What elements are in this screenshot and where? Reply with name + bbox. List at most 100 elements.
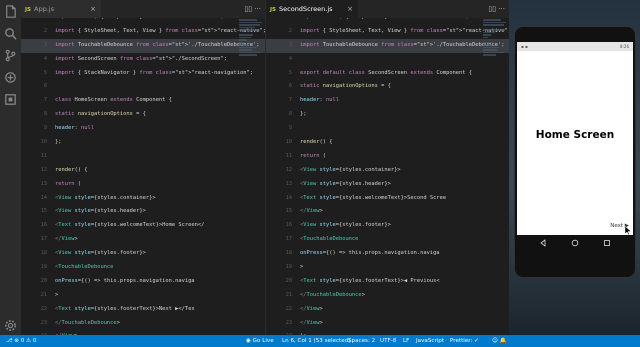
extensions-icon[interactable] [3,92,18,107]
code-line[interactable]: 14 <Text style={styles.welcomeText}>Seco… [266,192,509,206]
feedback-icon[interactable]: ☺ 🔔 [492,335,507,347]
code-line[interactable]: 7 class HomeScreen extends Component { [21,94,265,108]
language-mode[interactable]: JavaScript [416,335,444,347]
tab-app-js[interactable]: JS App.js × [21,0,101,18]
settings-gear-icon[interactable] [3,318,18,333]
line-number: 16 [40,222,47,229]
code-line[interactable]: 16 <Text style={styles.welcomeText}>Home… [21,219,265,233]
code-text: render() { [300,139,333,146]
code-line[interactable]: 21 </TouchableDebounce> [266,289,509,303]
line-number: 23 [40,319,47,326]
minimap-right[interactable] [483,18,509,80]
code-line[interactable]: 20 <Text style={styles.footerText}>◀ Pre… [266,275,509,289]
code-line[interactable]: 23 </TouchableDebounce> [21,317,265,331]
code-text: class HomeScreen extends Component { [55,97,172,104]
line-number: 19 [285,264,292,271]
code-text: }; [300,111,307,118]
code-line[interactable]: 7 header: null [266,94,509,108]
code-line[interactable]: 12 <View style={styles.container}> [266,164,509,178]
search-icon[interactable] [3,26,18,41]
code-line[interactable]: 5 export default class SecondScreen exten… [266,67,509,81]
recents-icon[interactable] [603,239,611,247]
code-line[interactable]: 10 }; [21,136,265,150]
code-text: <TouchableDebounce [300,236,359,243]
code-line[interactable]: 15 <View style={styles.header}> [21,205,265,219]
git-branch-icon[interactable]: ⎇ ⊗ 0 ⚠ 0 [6,335,36,347]
cursor-position[interactable]: Ln 6, Col 1 (53 selected) [282,335,350,347]
code-line[interactable]: 5 import { StackNavigator } from class="s… [21,67,265,81]
prettier-status[interactable]: Prettier: ✓ [450,335,479,347]
code-line[interactable]: 9 header: null [21,122,265,136]
code-line[interactable]: 10 render() { [266,136,509,150]
line-number: 16 [285,222,292,229]
line-number: 10 [285,139,292,146]
line-number: 14 [285,194,292,201]
go-live-button[interactable]: ◉ Go Live [246,335,274,347]
code-line[interactable]: 3 import TouchableDebounce from class="st… [266,38,509,53]
line-number: 20 [40,277,47,284]
source-control-icon[interactable] [3,48,18,63]
code-text: <View style={styles.container}> [300,166,401,173]
back-icon[interactable] [539,239,547,247]
home-icon[interactable] [571,239,579,247]
code-line[interactable]: 2 import { StyleSheet, Text, View } from … [266,25,509,39]
code-line[interactable]: 4 [266,53,509,67]
code-text: return ( [300,152,326,159]
code-line[interactable]: 17 <TouchableDebounce [266,233,509,247]
code-line[interactable]: 22 <Text style={styles.footerText}>Next … [21,303,265,317]
code-text: export default class SecondScreen extend… [300,69,473,76]
code-line[interactable]: 13 return ( [21,178,265,192]
close-icon[interactable]: × [347,0,353,18]
minimap-left[interactable] [239,18,265,80]
code-line[interactable]: 6 [21,80,265,94]
code-line[interactable]: 21 > [21,289,265,303]
eol-setting[interactable]: LF [403,335,409,347]
code-line[interactable]: 2 import { StyleSheet, Text, View } from … [21,25,265,39]
code-text: <Text style={styles.welcomeText}>Second … [300,194,447,201]
code-area-left[interactable]: 1import React, { Component } from class=… [21,11,265,335]
code-line[interactable]: 19 <TouchableDebounce [21,261,265,275]
indentation-setting[interactable]: Spaces: 2 [348,335,375,347]
code-line[interactable]: 3 import TouchableDebounce from class="st… [21,38,265,53]
line-number: 9 [288,125,292,132]
code-text: render() { [55,166,88,173]
code-text: import SecondScreen from class="st">"./S… [55,55,228,62]
line-number: 9 [43,125,47,132]
code-line[interactable]: 14 <View style={styles.container}> [21,192,265,206]
code-line[interactable]: 18 onPress={() => this.props.navigation.… [266,247,509,261]
split-editor-icon[interactable]: ▯▯ ··· [488,0,505,18]
code-line[interactable]: 20 onPress={() => this.props.navigation.… [21,275,265,289]
code-line[interactable]: 12 render() { [21,164,265,178]
status-bar: ⎇ ⊗ 0 ⚠ 0 ◉ Go Live Ln 6, Col 1 (53 sele… [0,335,640,347]
code-text: }; [55,139,62,146]
code-line[interactable]: 17 </View> [21,233,265,247]
debug-icon[interactable] [3,70,18,85]
files-icon[interactable] [3,4,18,19]
code-text: </View> [55,236,78,243]
code-line[interactable]: 9 [266,122,509,136]
code-line[interactable]: 15 </View> [266,205,509,219]
close-icon[interactable]: × [90,0,96,18]
line-number: 5 [43,69,47,76]
encoding-setting[interactable]: UTF-8 [380,335,396,347]
line-number: 2 [43,27,47,34]
code-line[interactable]: 23 </View> [266,317,509,331]
code-line[interactable]: 22 </View> [266,303,509,317]
code-line[interactable]: 4 import SecondScreen from class="st">"./… [21,53,265,67]
code-text: </TouchableDebounce> [300,291,365,298]
line-number: 18 [285,250,292,257]
code-line[interactable]: 6 static navigationOptions = { [266,80,509,94]
split-editor-icon[interactable]: ▯▯ ··· [244,0,261,18]
code-line[interactable]: 8 }; [266,108,509,122]
editor-group-left: 1import React, { Component } from class=… [21,0,265,335]
code-line[interactable]: 11 return ( [266,150,509,164]
code-line[interactable]: 18 <View style={styles.footer}> [21,247,265,261]
code-line[interactable]: 11 [21,150,265,164]
code-line[interactable]: 16 <View style={styles.footer}> [266,219,509,233]
code-text: import { StyleSheet, Text, View } from c… [55,27,265,34]
tab-second-screen-js[interactable]: JS SecondScreen.js × [266,0,358,18]
code-area-right[interactable]: 1import React, { Component } from class=… [266,11,509,335]
code-line[interactable]: 19 > [266,261,509,275]
code-line[interactable]: 8 static navigationOptions = { [21,108,265,122]
code-line[interactable]: 13 <View style={styles.header}> [266,178,509,192]
